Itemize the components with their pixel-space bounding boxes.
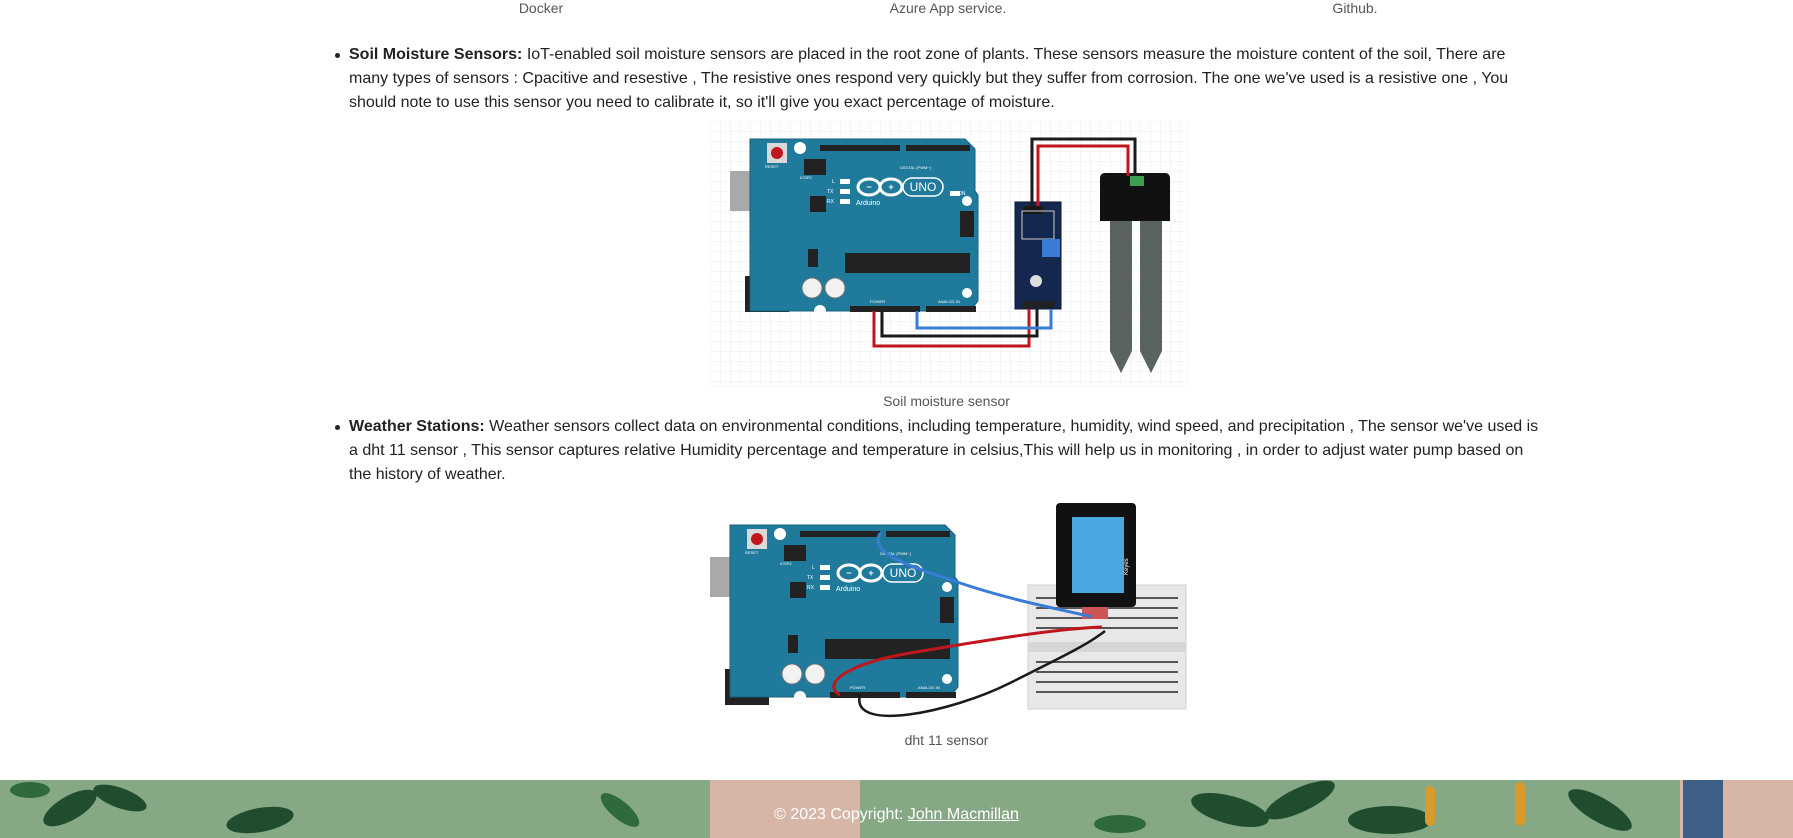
arduino-board-1: − + UNO Arduino RESET ICSP2 DIGITAL (PWM… <box>730 138 979 317</box>
weather-title: Weather Stations: <box>349 418 485 435</box>
svg-text:L: L <box>812 565 815 571</box>
caption-azure: Azure App service. <box>889 0 1007 16</box>
svg-text:UNO: UNO <box>890 566 917 580</box>
soil-paragraph: Soil Moisture Sensors: IoT-enabled soil … <box>349 43 1544 115</box>
svg-text:Keyes: Keyes <box>1124 558 1130 575</box>
svg-text:ICSP2: ICSP2 <box>800 175 812 180</box>
author-link[interactable]: John Macmillan <box>908 806 1019 823</box>
svg-text:+: + <box>868 568 873 578</box>
site-footer: © 2023 Copyright: John Macmillan <box>0 780 1793 838</box>
svg-text:Arduino: Arduino <box>856 200 880 207</box>
svg-text:RESET: RESET <box>745 550 759 555</box>
weather-paragraph: Weather Stations: Weather sensors collec… <box>349 415 1544 487</box>
soil-figure-caption: Soil moisture sensor <box>883 393 1010 409</box>
svg-text:ANALOG IN: ANALOG IN <box>918 685 940 690</box>
svg-text:−: − <box>866 182 871 192</box>
svg-text:+: + <box>888 182 893 192</box>
svg-text:RESET: RESET <box>765 164 779 169</box>
svg-text:TX: TX <box>807 575 814 581</box>
dht11-diagram: Keyes − + UNO Arduino RESET ICSP2 DIGITA… <box>710 503 1187 718</box>
svg-text:L: L <box>832 179 835 185</box>
caption-github: Github. <box>1332 0 1378 16</box>
caption-docker: Docker <box>518 0 564 16</box>
dht11-module: Keyes <box>1056 503 1136 619</box>
svg-text:ICSP2: ICSP2 <box>780 561 792 566</box>
copyright-text: © 2023 Copyright: John Macmillan <box>0 806 1793 824</box>
svg-text:DIGITAL (PWM~): DIGITAL (PWM~) <box>900 165 932 170</box>
dht-figure-caption: dht 11 sensor <box>904 732 989 748</box>
svg-text:UNO: UNO <box>910 180 937 194</box>
list-item-weather-station: Weather Stations: Weather sensors collec… <box>335 415 1544 749</box>
previous-figure-captions: Docker Azure App service. Github. <box>0 0 1793 18</box>
svg-text:TX: TX <box>827 189 834 195</box>
copyright-prefix: © 2023 Copyright: <box>774 806 908 823</box>
svg-text:ANALOG IN: ANALOG IN <box>938 299 960 304</box>
svg-text:−: − <box>846 568 851 578</box>
svg-text:POWER: POWER <box>870 299 885 304</box>
svg-text:POWER: POWER <box>850 685 865 690</box>
svg-text:Arduino: Arduino <box>836 586 860 593</box>
soil-title: Soil Moisture Sensors: <box>349 46 523 63</box>
svg-text:ON: ON <box>958 191 966 197</box>
weather-text: Weather sensors collect data on environm… <box>349 418 1539 483</box>
list-item-soil-moisture: Soil Moisture Sensors: IoT-enabled soil … <box>335 43 1544 410</box>
sensor-list: Soil Moisture Sensors: IoT-enabled soil … <box>335 43 1544 749</box>
soil-moisture-diagram: − + UNO Arduino RESET ICSP2 DIGITAL (PWM… <box>710 121 1188 387</box>
svg-text:RX: RX <box>807 585 815 591</box>
soil-text: IoT-enabled soil moisture sensors are pl… <box>349 46 1509 111</box>
svg-text:RX: RX <box>827 199 835 205</box>
sensor-module <box>1014 201 1062 310</box>
arduino-board-2: − + UNO Arduino RESET ICSP2 DIGITAL (PWM… <box>710 524 959 705</box>
